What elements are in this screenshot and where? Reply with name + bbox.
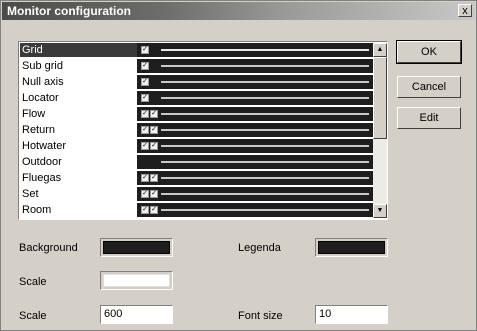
visibility-checkbox[interactable]: ✓ <box>150 206 158 214</box>
curve-style-preview <box>137 155 373 169</box>
curve-line-sample <box>161 129 369 131</box>
curve-line-sample <box>161 81 369 83</box>
curve-line-sample <box>161 161 369 163</box>
list-item-label: Null axis <box>20 75 137 89</box>
curve-style-preview: ✓ <box>137 75 373 89</box>
visibility-checkbox[interactable]: ✓ <box>141 110 149 118</box>
font-size-input[interactable]: 10 <box>315 305 388 324</box>
list-item[interactable]: Hotwater ✓ ✓ <box>20 139 373 153</box>
scale-label: Scale <box>19 310 47 322</box>
list-item-label: Locator <box>20 91 137 105</box>
visibility-checkbox[interactable]: ✓ <box>141 46 149 54</box>
list-item[interactable]: Sub grid ✓ <box>20 59 373 73</box>
list-item-label: Set <box>20 187 137 201</box>
curve-style-preview: ✓ <box>137 59 373 73</box>
monitor-configuration-dialog: Monitor configuration x Grid ✓ Sub grid ✓ Nu… <box>0 0 477 331</box>
legenda-color-fill <box>318 241 385 254</box>
visibility-checkbox[interactable]: ✓ <box>141 94 149 102</box>
scroll-thumb[interactable] <box>373 57 387 139</box>
list-item[interactable]: Room ✓ ✓ <box>20 203 373 217</box>
curve-line-sample <box>161 97 369 99</box>
list-item-label: Grid <box>20 43 137 57</box>
curve-style-preview: ✓ ✓ <box>137 187 373 201</box>
background-color-fill <box>103 241 170 254</box>
list-item[interactable]: Set ✓ ✓ <box>20 187 373 201</box>
curve-style-preview: ✓ <box>137 91 373 105</box>
curve-line-sample <box>161 145 369 147</box>
visibility-checkbox[interactable]: ✓ <box>141 206 149 214</box>
scroll-up-button[interactable]: ▲ <box>373 43 387 57</box>
scale-color-fill <box>103 274 170 287</box>
visibility-checkbox[interactable]: ✓ <box>150 174 158 182</box>
visibility-checkbox[interactable]: ✓ <box>141 174 149 182</box>
edit-button[interactable]: Edit <box>397 107 461 129</box>
curve-line-sample <box>161 65 369 67</box>
scale-color-label: Scale <box>19 276 47 288</box>
curve-style-preview: ✓ ✓ <box>137 107 373 121</box>
visibility-checkbox[interactable]: ✓ <box>141 142 149 150</box>
list-item-label: Return <box>20 123 137 137</box>
cancel-button[interactable]: Cancel <box>397 76 461 98</box>
scale-color-swatch[interactable] <box>100 271 173 290</box>
list-item-label: Room <box>20 203 137 217</box>
scroll-down-button[interactable]: ▼ <box>373 204 387 218</box>
legenda-color-swatch[interactable] <box>315 238 388 257</box>
curve-style-preview: ✓ ✓ <box>137 123 373 137</box>
ok-button[interactable]: OK <box>396 40 462 64</box>
list-item-label: Sub grid <box>20 59 137 73</box>
vertical-scrollbar[interactable]: ▲ ▼ <box>373 43 387 218</box>
list-item[interactable]: Locator ✓ <box>20 91 373 105</box>
visibility-checkbox[interactable]: ✓ <box>150 190 158 198</box>
curve-style-preview: ✓ ✓ <box>137 171 373 185</box>
font-size-label: Font size <box>238 310 283 322</box>
list-item-label: Flow <box>20 107 137 121</box>
scale-input[interactable]: 600 <box>100 305 173 324</box>
visibility-checkbox[interactable]: ✓ <box>141 190 149 198</box>
list-item[interactable]: Return ✓ ✓ <box>20 123 373 137</box>
visibility-checkbox[interactable]: ✓ <box>141 62 149 70</box>
curve-style-preview: ✓ ✓ <box>137 139 373 153</box>
list-item-label: Hotwater <box>20 139 137 153</box>
curve-line-sample <box>161 113 369 115</box>
legenda-label: Legenda <box>238 242 281 254</box>
visibility-checkbox[interactable]: ✓ <box>150 126 158 134</box>
visibility-checkbox[interactable]: ✓ <box>150 110 158 118</box>
visibility-checkbox[interactable]: ✓ <box>141 78 149 86</box>
list-item[interactable]: Fluegas ✓ ✓ <box>20 171 373 185</box>
list-item[interactable]: Flow ✓ ✓ <box>20 107 373 121</box>
dialog-title: Monitor configuration <box>7 4 131 18</box>
curve-line-sample <box>161 177 369 179</box>
list-item[interactable]: Grid ✓ <box>20 43 373 57</box>
list-item[interactable]: Outdoor <box>20 155 373 169</box>
list-item-label: Fluegas <box>20 171 137 185</box>
list-item[interactable]: Null axis ✓ <box>20 75 373 89</box>
visibility-checkbox[interactable]: ✓ <box>141 126 149 134</box>
visibility-checkbox[interactable]: ✓ <box>150 142 158 150</box>
curve-list-items: Grid ✓ Sub grid ✓ Null axis ✓ Locator ✓ Flow ✓ ✓ Re… <box>20 43 373 218</box>
curve-line-sample <box>161 49 369 51</box>
title-bar: Monitor configuration x <box>2 2 475 20</box>
curve-style-preview: ✓ <box>137 43 373 57</box>
curve-style-preview: ✓ ✓ <box>137 203 373 217</box>
curve-line-sample <box>161 209 369 211</box>
list-item-label: Outdoor <box>20 155 137 169</box>
close-button[interactable]: x <box>458 4 472 17</box>
curve-list[interactable]: Grid ✓ Sub grid ✓ Null axis ✓ Locator ✓ Flow ✓ ✓ Re… <box>18 41 388 220</box>
background-label: Background <box>19 242 78 254</box>
curve-line-sample <box>161 193 369 195</box>
background-color-swatch[interactable] <box>100 238 173 257</box>
